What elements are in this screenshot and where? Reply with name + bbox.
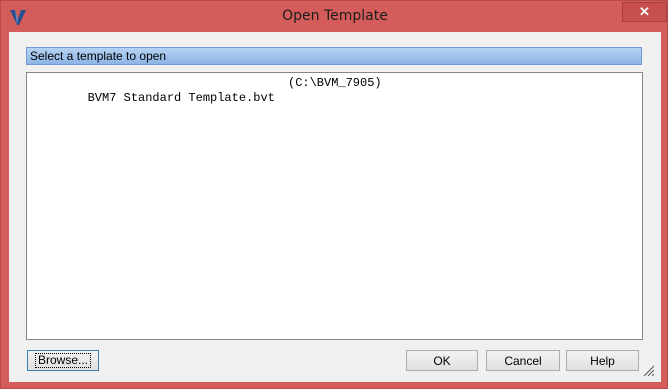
window-title: Open Template — [282, 8, 388, 24]
ok-button[interactable]: OK — [406, 350, 478, 371]
template-path: (C:\BVM_7905) — [288, 76, 382, 90]
list-item[interactable]: BVM7 Standard Template.bvt (C:\BVM_7905) — [30, 76, 630, 105]
browse-button-label: Browse... — [34, 353, 91, 368]
close-button[interactable]: ✕ — [622, 2, 667, 22]
dialog-body: Select a template to open BVM7 Standard … — [9, 32, 661, 382]
cancel-button[interactable]: Cancel — [486, 350, 560, 371]
list-header: Select a template to open — [26, 47, 642, 65]
help-button[interactable]: Help — [566, 350, 639, 371]
close-icon: ✕ — [639, 4, 650, 19]
template-list[interactable]: BVM7 Standard Template.bvt (C:\BVM_7905) — [26, 72, 643, 340]
open-template-dialog: Open Template ✕ Select a template to ope… — [0, 0, 668, 389]
template-name: BVM7 Standard Template.bvt — [87, 91, 275, 105]
browse-button[interactable]: Browse... — [27, 350, 99, 371]
title-bar[interactable]: Open Template ✕ — [1, 1, 668, 33]
resize-grip-icon[interactable] — [641, 363, 655, 377]
